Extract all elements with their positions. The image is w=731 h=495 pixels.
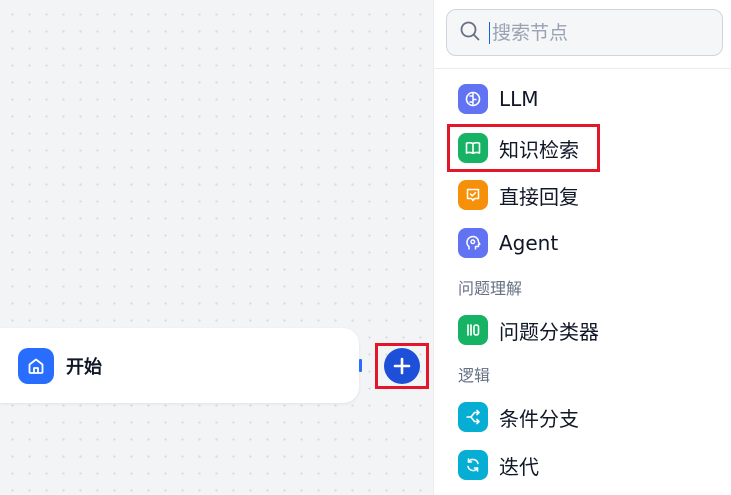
node-item-direct-reply[interactable]: 直接回复 — [458, 178, 579, 212]
node-item-question-classifier[interactable]: 问题分类器 — [458, 313, 599, 347]
section-title-question-understanding: 问题理解 — [458, 279, 523, 298]
book-icon — [458, 133, 488, 163]
search-input[interactable] — [492, 17, 712, 48]
search-box[interactable] — [446, 9, 723, 56]
node-item-label: 条件分支 — [499, 406, 579, 431]
node-item-label: LLM — [499, 87, 539, 111]
node-selector-panel: LLM 知识检索 直接回复 Agent 问题理解 — [433, 0, 731, 495]
start-node-label: 开始 — [66, 356, 102, 378]
loop-icon — [458, 450, 488, 480]
agent-head-icon — [458, 228, 488, 258]
node-item-agent[interactable]: Agent — [458, 226, 558, 260]
node-item-iteration[interactable]: 迭代 — [458, 448, 539, 482]
node-item-if-else[interactable]: 条件分支 — [458, 400, 579, 434]
section-title-logic: 逻辑 — [458, 366, 491, 385]
home-icon — [18, 347, 54, 384]
node-item-label: Agent — [499, 231, 559, 255]
classifier-icon — [458, 315, 488, 345]
search-icon — [459, 20, 481, 46]
node-item-knowledge-retrieval[interactable]: 知识检索 — [458, 131, 579, 165]
node-item-label: 知识检索 — [499, 137, 579, 162]
text-cursor — [489, 21, 490, 44]
branch-icon — [458, 402, 488, 432]
node-item-label: 问题分类器 — [499, 319, 599, 344]
node-item-label: 直接回复 — [499, 184, 579, 209]
divider — [434, 68, 731, 69]
start-node[interactable]: 开始 — [0, 328, 359, 403]
node-item-llm[interactable]: LLM — [458, 82, 539, 116]
node-output-handle[interactable] — [359, 359, 362, 372]
node-item-label: 迭代 — [499, 454, 539, 479]
plus-icon — [384, 348, 420, 384]
add-node-button[interactable] — [375, 343, 429, 389]
message-check-icon — [458, 180, 488, 210]
brain-icon — [458, 84, 488, 114]
